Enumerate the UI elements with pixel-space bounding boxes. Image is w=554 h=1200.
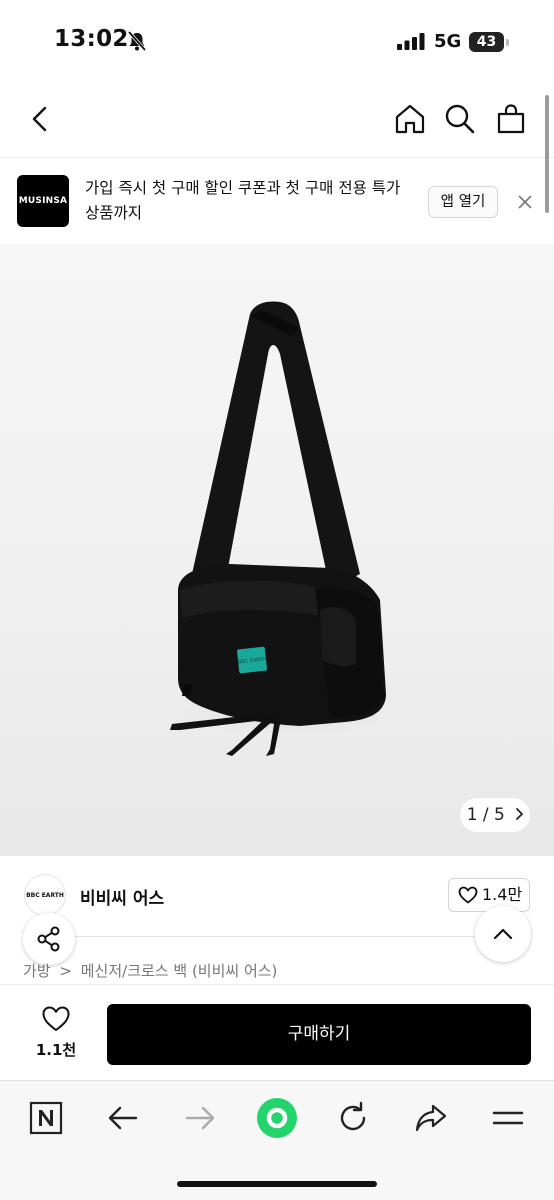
- breadcrumb-subcategory[interactable]: 메신저/크로스 백 (비비씨 어스): [81, 962, 278, 980]
- messenger-bag-image: BBC EARTH: [165, 301, 405, 756]
- home-indicator: [177, 1181, 377, 1187]
- shopping-bag-icon[interactable]: [494, 102, 528, 136]
- chevron-left-icon[interactable]: [23, 102, 57, 136]
- battery-icon: 43: [469, 32, 509, 52]
- buy-button[interactable]: 구매하기: [107, 1004, 531, 1065]
- breadcrumb: 가방 > 메신저/크로스 백 (비비씨 어스): [23, 960, 277, 981]
- close-icon[interactable]: [515, 192, 535, 212]
- breadcrumb-separator: >: [59, 962, 72, 980]
- banner-text: 가입 즉시 첫 구매 할인 쿠폰과 첫 구매 전용 특가 상품까지: [85, 179, 401, 222]
- scroll-top-button[interactable]: [475, 906, 531, 962]
- brand-logo[interactable]: BBC EARTH: [24, 874, 66, 916]
- brand-like-button[interactable]: 1.4만: [448, 878, 530, 912]
- menu-icon[interactable]: [490, 1100, 526, 1136]
- wishlist-button[interactable]: 1.1천: [30, 1005, 82, 1061]
- home-icon[interactable]: [393, 102, 427, 136]
- battery-level: 43: [469, 32, 504, 52]
- chevron-right-icon: [515, 798, 524, 820]
- status-time: 13:02: [54, 26, 129, 52]
- image-pager-label: 1 / 5: [466, 805, 505, 825]
- search-icon[interactable]: [443, 102, 477, 136]
- network-label: 5G: [434, 31, 462, 52]
- arrow-right-icon[interactable]: [182, 1100, 218, 1136]
- heart-icon: [458, 886, 478, 904]
- status-bar: 13:02 5G 43: [0, 0, 554, 82]
- green-dot-icon[interactable]: [256, 1097, 298, 1139]
- arrow-left-icon[interactable]: [105, 1100, 141, 1136]
- naver-n-icon[interactable]: [28, 1100, 64, 1136]
- brand-section: BBC EARTH 비비씨 어스 1.4만 가방 > 메신저/크로스 백 (비비…: [0, 856, 554, 984]
- browser-toolbar: [0, 1080, 554, 1200]
- share-button[interactable]: [23, 913, 75, 965]
- chevron-up-icon: [493, 928, 513, 940]
- top-nav: [0, 82, 554, 158]
- musinsa-logo: MUSINSA: [17, 175, 69, 227]
- signal-icon: [397, 33, 425, 50]
- open-app-button[interactable]: 앱 열기: [428, 186, 498, 218]
- product-image-carousel[interactable]: BBC EARTH 1 / 5: [0, 244, 554, 856]
- divider: [24, 936, 530, 937]
- bell-off-icon: [127, 30, 147, 52]
- refresh-icon[interactable]: [335, 1100, 371, 1136]
- purchase-bar: 1.1천 구매하기: [0, 984, 554, 1080]
- heart-icon: [42, 1006, 70, 1031]
- app-install-banner: MUSINSA 가입 즉시 첫 구매 할인 쿠폰과 첫 구매 전용 특가 상품까…: [0, 158, 554, 244]
- brand-name[interactable]: 비비씨 어스: [80, 884, 164, 909]
- share-icon: [37, 926, 60, 952]
- share-arrow-icon[interactable]: [413, 1100, 449, 1136]
- wishlist-count: 1.1천: [35, 1041, 77, 1059]
- breadcrumb-category[interactable]: 가방: [23, 962, 51, 980]
- image-pager[interactable]: 1 / 5: [460, 798, 530, 832]
- brand-like-count: 1.4만: [482, 885, 523, 904]
- page-scrollbar[interactable]: [545, 95, 549, 213]
